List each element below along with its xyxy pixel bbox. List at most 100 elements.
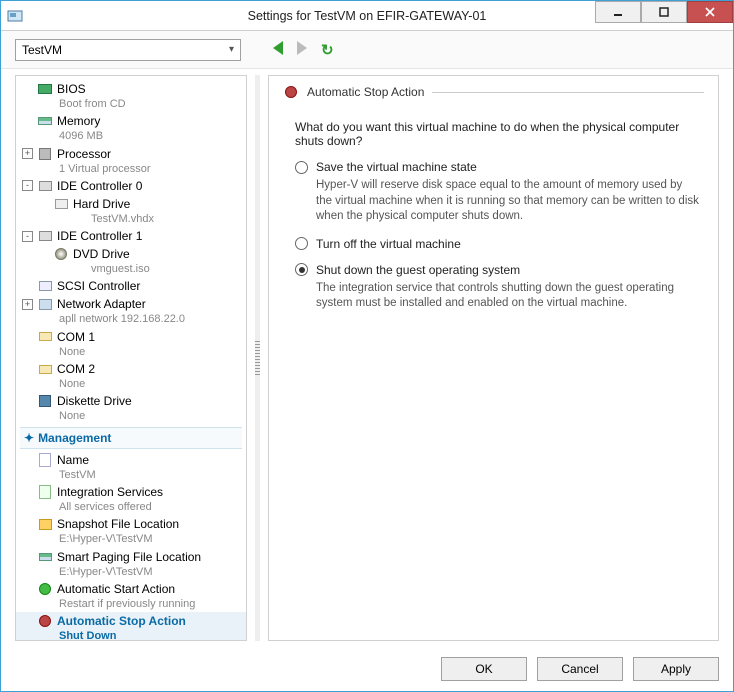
expander-icon: [22, 281, 33, 292]
tree-item-label: Smart Paging File Location: [57, 550, 201, 564]
tree-item[interactable]: Memory4096 MB: [16, 112, 246, 144]
nav-back-icon[interactable]: [273, 41, 283, 55]
expander-icon[interactable]: -: [22, 231, 33, 242]
start-icon: [37, 581, 53, 597]
tree-item-label: Memory: [57, 114, 100, 128]
tree-item-sub: TestVM: [59, 468, 244, 482]
radio-icon: [295, 237, 308, 250]
refresh-icon[interactable]: ↻: [321, 41, 334, 59]
com-icon: [37, 361, 53, 377]
tree-item[interactable]: Snapshot File LocationE:\Hyper-V\TestVM: [16, 515, 246, 547]
ok-button[interactable]: OK: [441, 657, 527, 681]
expander-icon[interactable]: +: [22, 148, 33, 159]
apply-button[interactable]: Apply: [633, 657, 719, 681]
close-button[interactable]: [687, 1, 733, 23]
radio-label: Save the virtual machine state: [316, 160, 477, 174]
snap-icon: [37, 516, 53, 532]
disk-icon: [37, 393, 53, 409]
expander-icon: [22, 583, 33, 594]
tree-item[interactable]: + Processor1 Virtual processor: [16, 145, 246, 177]
expander-icon: [38, 198, 49, 209]
vm-selector-value: TestVM: [22, 43, 62, 57]
expander-icon: [22, 486, 33, 497]
tree-item-sub: Restart if previously running: [59, 597, 244, 611]
tree-item-label: IDE Controller 0: [57, 179, 142, 193]
hdd-icon: [37, 178, 53, 194]
expander-icon: [22, 396, 33, 407]
tree-item[interactable]: BIOSBoot from CD: [16, 80, 246, 112]
tree-item-sub: TestVM.vhdx: [91, 212, 244, 226]
tree-item-label: COM 2: [57, 362, 95, 376]
tree-item-sub: E:\Hyper-V\TestVM: [59, 532, 244, 546]
radio-save-state[interactable]: Save the virtual machine state: [295, 160, 700, 174]
management-header: ✦Management: [20, 427, 242, 449]
expander-icon: [22, 116, 33, 127]
tree-item[interactable]: - IDE Controller 0: [16, 177, 246, 195]
tree-item-sub: 4096 MB: [59, 129, 244, 143]
stop-icon: [37, 613, 53, 629]
minimize-button[interactable]: [595, 1, 641, 23]
tree-item[interactable]: Smart Paging File LocationE:\Hyper-V\Tes…: [16, 548, 246, 580]
detail-pane: Automatic Stop Action What do you want t…: [268, 75, 719, 641]
nav-forward-icon: [297, 41, 307, 55]
tree-item-label: Name: [57, 453, 89, 467]
expander-icon: [22, 364, 33, 375]
expander-icon: [22, 519, 33, 530]
chevron-down-icon: ▾: [229, 44, 234, 55]
tree-item-sub: All services offered: [59, 500, 244, 514]
expander-icon[interactable]: -: [22, 180, 33, 191]
tree-item-label: Network Adapter: [57, 297, 146, 311]
tree-item[interactable]: Diskette DriveNone: [16, 392, 246, 424]
tree-item-label: Automatic Stop Action: [57, 614, 186, 628]
tree-item-sub: None: [59, 409, 244, 423]
name-icon: [37, 452, 53, 468]
tree-item[interactable]: COM 2None: [16, 360, 246, 392]
tree-item-label: COM 1: [57, 330, 95, 344]
tree-item[interactable]: NameTestVM: [16, 451, 246, 483]
mem-icon: [37, 113, 53, 129]
com-icon: [37, 329, 53, 345]
expander-icon: [22, 331, 33, 342]
opt1-desc: Hyper-V will reserve disk space equal to…: [316, 178, 700, 225]
titlebar: Settings for TestVM on EFIR-GATEWAY-01: [1, 1, 733, 31]
dvd-icon: [53, 246, 69, 262]
tree-item-sub: E:\Hyper-V\TestVM: [59, 565, 244, 579]
settings-tree[interactable]: BIOSBoot from CDMemory4096 MB+Processor1…: [15, 75, 247, 641]
tree-item-label: Processor: [57, 147, 111, 161]
vm-selector[interactable]: TestVM ▾: [15, 39, 241, 61]
tree-item-sub: 1 Virtual processor: [59, 162, 244, 176]
page-icon: [37, 549, 53, 565]
intg-icon: [37, 484, 53, 500]
tree-item-label: IDE Controller 1: [57, 229, 142, 243]
tree-item[interactable]: SCSI Controller: [16, 277, 246, 295]
tree-item-label: Integration Services: [57, 485, 163, 499]
cancel-button[interactable]: Cancel: [537, 657, 623, 681]
radio-shutdown-guest[interactable]: Shut down the guest operating system: [295, 263, 700, 277]
tree-item-sub: None: [59, 377, 244, 391]
tree-item[interactable]: COM 1None: [16, 328, 246, 360]
tree-item-label: Snapshot File Location: [57, 517, 179, 531]
tree-item[interactable]: Automatic Stop ActionShut Down: [16, 612, 246, 641]
radio-turn-off[interactable]: Turn off the virtual machine: [295, 237, 700, 251]
footer: OK Cancel Apply: [1, 647, 733, 691]
maximize-button[interactable]: [641, 1, 687, 23]
opt3-desc: The integration service that controls sh…: [316, 281, 700, 312]
tree-item[interactable]: DVD Drivevmguest.iso: [16, 245, 246, 277]
hdd-icon: [37, 228, 53, 244]
tree-item-sub: Boot from CD: [59, 97, 244, 111]
tree-item-sub: apll network 192.168.22.0: [59, 312, 244, 326]
tree-item[interactable]: Hard DriveTestVM.vhdx: [16, 195, 246, 227]
tree-item-label: Hard Drive: [73, 197, 130, 211]
tree-item[interactable]: Automatic Start ActionRestart if previou…: [16, 580, 246, 612]
expander-icon[interactable]: +: [22, 299, 33, 310]
tree-item-label: Diskette Drive: [57, 394, 132, 408]
main-body: BIOSBoot from CDMemory4096 MB+Processor1…: [1, 69, 733, 647]
toolbar: TestVM ▾ ↻: [1, 31, 733, 69]
scsi-icon: [37, 278, 53, 294]
tree-item-label: DVD Drive: [73, 247, 130, 261]
tree-item[interactable]: + Network Adapterapll network 192.168.22.…: [16, 295, 246, 327]
tree-item[interactable]: Integration ServicesAll services offered: [16, 483, 246, 515]
splitter[interactable]: [255, 75, 260, 641]
pane-title: Automatic Stop Action: [307, 85, 424, 99]
tree-item[interactable]: - IDE Controller 1: [16, 227, 246, 245]
